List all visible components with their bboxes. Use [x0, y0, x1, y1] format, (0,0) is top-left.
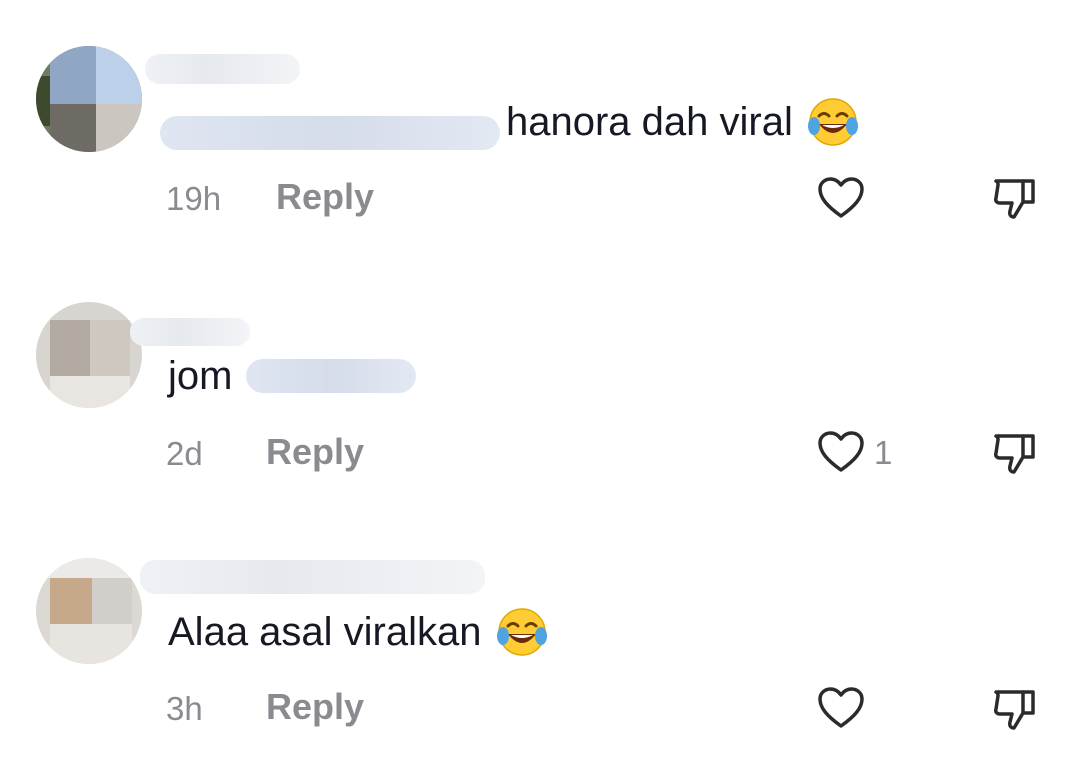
reply-button[interactable]: Reply	[266, 686, 364, 728]
comment-text: Alaa asal viralkan	[168, 606, 548, 658]
thumbs-down-outline-icon[interactable]	[992, 686, 1038, 732]
avatar[interactable]	[36, 302, 142, 408]
avatar[interactable]	[36, 558, 142, 664]
username-redacted[interactable]	[130, 318, 250, 346]
comment-body: Alaa asal viralkan	[168, 610, 482, 654]
thumbs-down-outline-icon[interactable]	[992, 430, 1038, 476]
like-count: 1	[874, 434, 893, 471]
face-with-tears-of-joy-icon	[496, 608, 547, 656]
comment-item: Alaa asal viralkan 3h Reply	[0, 0, 1080, 730]
username-redacted[interactable]	[140, 560, 485, 594]
comment-text: jom	[168, 352, 422, 400]
heart-outline-icon[interactable]	[817, 430, 865, 474]
comment-time: 2d	[166, 435, 203, 472]
mention-redacted[interactable]	[246, 359, 417, 393]
comment-body: jom	[168, 354, 233, 398]
reply-button[interactable]: Reply	[266, 431, 364, 473]
comment-time: 3h	[166, 690, 203, 727]
heart-outline-icon[interactable]	[817, 686, 865, 730]
